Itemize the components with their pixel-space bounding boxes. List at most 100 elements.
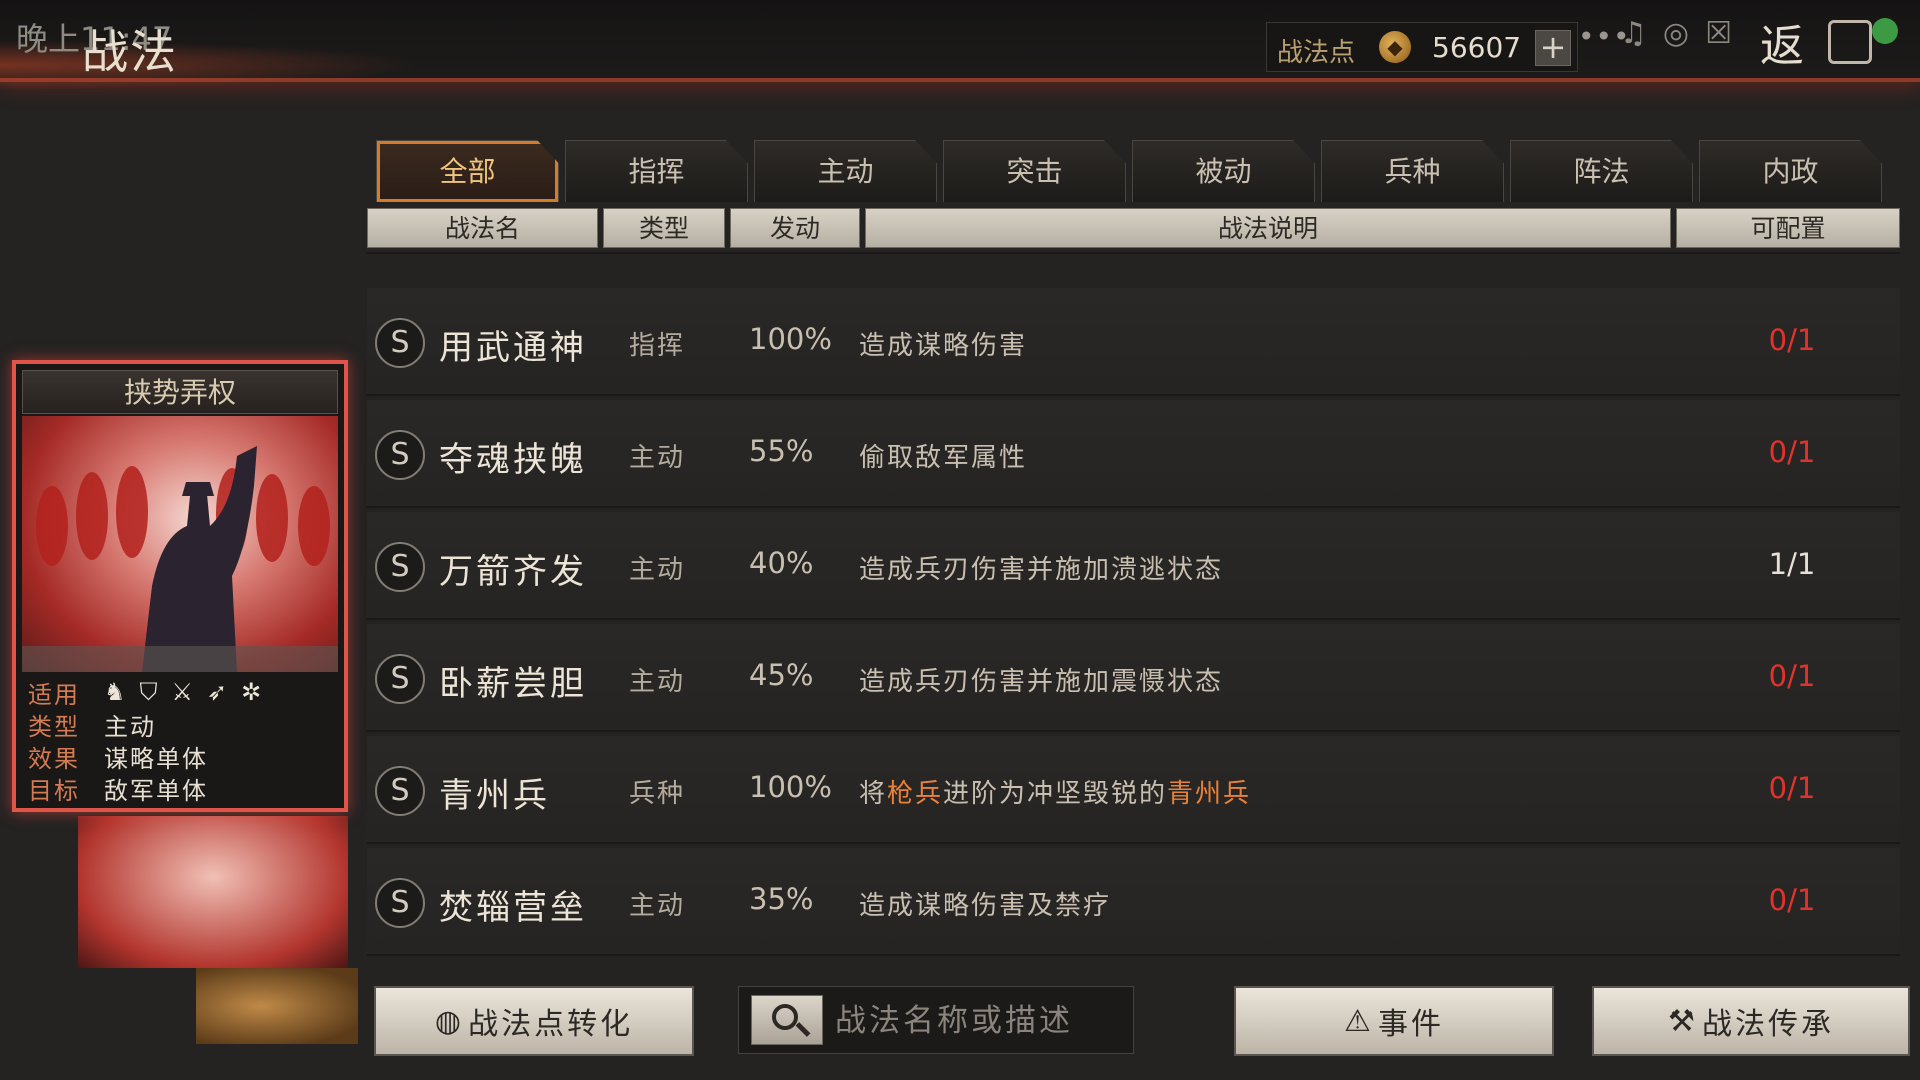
tactic-desc: 造成谋略伤害及禁疗 xyxy=(859,891,1112,921)
rank-badge: S xyxy=(375,542,425,592)
search-icon[interactable] xyxy=(751,995,823,1045)
tactic-name: 卧薪尝胆 xyxy=(439,664,587,704)
tactic-config: 0/1 xyxy=(1768,435,1816,469)
col-header-name[interactable]: 战法名 xyxy=(367,208,598,248)
tactic-desc: 造成谋略伤害 xyxy=(859,331,1028,361)
table-row[interactable]: S 青州兵 兵种 100% 将枪兵进阶为冲坚毁锐的青州兵 0/1 xyxy=(367,736,1900,844)
tab-all[interactable]: 全部 xyxy=(376,140,559,202)
col-header-type[interactable]: 类型 xyxy=(603,208,725,248)
desc-highlight: 青州兵 xyxy=(1167,779,1252,809)
inherit-label: 战法传承 xyxy=(1701,1007,1834,1042)
tactic-type: 主动 xyxy=(629,555,686,585)
table-row[interactable]: S 卧薪尝胆 主动 45% 造成兵刃伤害并施加震慑状态 0/1 xyxy=(367,624,1900,732)
tactic-points-box: 战法点 ◆ 56607 + xyxy=(1266,22,1578,72)
tab-active[interactable]: 主动 xyxy=(754,140,937,202)
tab-troop-type[interactable]: 兵种 xyxy=(1321,140,1504,202)
tactic-type: 主动 xyxy=(629,667,686,697)
return-label: 返 xyxy=(1760,21,1804,72)
card-art-back-2 xyxy=(196,968,358,1044)
tactic-rate: 100% xyxy=(749,322,832,356)
hammer-icon: ⚒ xyxy=(1668,1003,1698,1039)
card-artwork xyxy=(22,416,338,672)
tactic-rate: 100% xyxy=(749,770,832,804)
tactic-name: 焚辎营垒 xyxy=(439,888,587,928)
status-dot-icon xyxy=(1872,18,1898,44)
search-input[interactable] xyxy=(835,999,1125,1043)
tactic-name: 万箭齐发 xyxy=(439,552,587,592)
tab-internal[interactable]: 内政 xyxy=(1699,140,1882,202)
wheel-icon: ✲ xyxy=(241,678,262,706)
window-icon xyxy=(1828,20,1872,64)
tactic-list[interactable]: S 用武通神 指挥 100% 造成谋略伤害 0/1 S 夺魂挟魄 主动 55% … xyxy=(367,248,1900,974)
return-button[interactable]: 返 xyxy=(1760,10,1900,74)
tactic-name: 青州兵 xyxy=(439,776,550,816)
rank-badge: S xyxy=(375,654,425,704)
rank-badge: S xyxy=(375,878,425,928)
top-bar: 晚上11:47 战法 战法点 ◆ 56607 + ••• ♫ ◎ ☒ 返 xyxy=(0,0,1920,90)
card-title: 挟势弄权 xyxy=(22,370,338,414)
tactic-points-value: 56607 xyxy=(1432,31,1522,64)
table-row[interactable]: S 夺魂挟魄 主动 55% 偷取敌军属性 0/1 xyxy=(367,400,1900,508)
tactic-points-label: 战法点 xyxy=(1277,38,1356,68)
bell-icon[interactable]: ♫ xyxy=(1620,16,1647,51)
tactic-rate: 35% xyxy=(749,882,814,916)
event-label: 事件 xyxy=(1377,1007,1444,1042)
tab-assault[interactable]: 突击 xyxy=(943,140,1126,202)
apply-label: 适用 xyxy=(28,680,80,709)
card-stat-effect: 效果 谋略单体 xyxy=(22,740,338,773)
desc-text: 将 xyxy=(859,779,888,809)
rank-badge: S xyxy=(375,318,425,368)
inherit-button[interactable]: ⚒ 战法传承 xyxy=(1592,986,1910,1056)
page-title: 战法 xyxy=(82,25,178,79)
tab-command[interactable]: 指挥 xyxy=(565,140,748,202)
tactic-name: 用武通神 xyxy=(439,328,587,368)
tactic-desc: 将枪兵进阶为冲坚毁锐的青州兵 xyxy=(859,773,1251,810)
tactic-rate: 45% xyxy=(749,658,814,692)
convert-label: 战法点转化 xyxy=(468,1007,634,1042)
tactic-config: 0/1 xyxy=(1768,659,1816,693)
card-stat-apply: 适用 ♞ ⛉ ⚔ ➶ ✲ xyxy=(22,676,338,709)
tactic-preview-card[interactable]: 挟势弄权 适用 ♞ ⛉ ⚔ ➶ ✲ 类型 主动 效果 谋略单体 目标 敌军单体 xyxy=(12,360,348,812)
desc-text: 进阶为冲坚毁锐的 xyxy=(943,779,1168,809)
convert-points-button[interactable]: ◍ 战法点转化 xyxy=(374,986,694,1056)
card-stat-type: 类型 主动 xyxy=(22,708,338,741)
tactic-rate: 55% xyxy=(749,434,814,468)
type-value: 主动 xyxy=(104,712,156,741)
tactic-desc: 偷取敌军属性 xyxy=(859,443,1028,473)
table-row[interactable]: S 焚辎营垒 主动 35% 造成谋略伤害及禁疗 0/1 xyxy=(367,848,1900,956)
event-button[interactable]: ⚠ 事件 xyxy=(1234,986,1554,1056)
search-box xyxy=(738,986,1134,1054)
tactic-desc: 造成兵刃伤害并施加震慑状态 xyxy=(859,667,1224,697)
cavalry-icon: ♞ xyxy=(104,678,126,706)
col-header-rate[interactable]: 发动 xyxy=(730,208,860,248)
alert-icon: ⚠ xyxy=(1344,1003,1374,1039)
effect-value: 谋略单体 xyxy=(104,744,208,773)
table-row[interactable]: S 用武通神 指挥 100% 造成谋略伤害 0/1 xyxy=(367,288,1900,396)
tactic-config: 1/1 xyxy=(1768,547,1816,581)
target-value: 敌军单体 xyxy=(104,776,208,805)
tactic-type: 指挥 xyxy=(629,331,686,361)
card-stat-target: 目标 敌军单体 xyxy=(22,772,338,805)
type-label: 类型 xyxy=(28,712,80,741)
tab-formation[interactable]: 阵法 xyxy=(1510,140,1693,202)
effect-label: 效果 xyxy=(28,744,80,773)
card-stats: 适用 ♞ ⛉ ⚔ ➶ ✲ 类型 主动 效果 谋略单体 目标 敌军单体 xyxy=(22,676,338,805)
tab-passive[interactable]: 被动 xyxy=(1132,140,1315,202)
card-artwork-figure xyxy=(22,446,338,672)
col-header-desc: 战法说明 xyxy=(865,208,1671,248)
tactic-config: 0/1 xyxy=(1768,323,1816,357)
status-icons: ♫ ◎ ☒ xyxy=(1620,16,1732,51)
col-header-config[interactable]: 可配置 xyxy=(1676,208,1900,248)
desc-highlight: 枪兵 xyxy=(887,779,944,809)
alarm-icon[interactable]: ◎ xyxy=(1663,16,1689,51)
close-box-icon[interactable]: ☒ xyxy=(1705,16,1732,51)
tactic-type: 主动 xyxy=(629,891,686,921)
tactic-type: 兵种 xyxy=(629,779,686,809)
card-art-back xyxy=(78,816,348,968)
bow-icon: ➶ xyxy=(207,678,228,706)
tactic-config: 0/1 xyxy=(1768,883,1816,917)
table-row[interactable]: S 万箭齐发 主动 40% 造成兵刃伤害并施加溃逃状态 1/1 xyxy=(367,512,1900,620)
target-label: 目标 xyxy=(28,776,80,805)
add-points-button[interactable]: + xyxy=(1535,30,1571,66)
apply-icons: ♞ ⛉ ⚔ ➶ ✲ xyxy=(104,678,261,706)
